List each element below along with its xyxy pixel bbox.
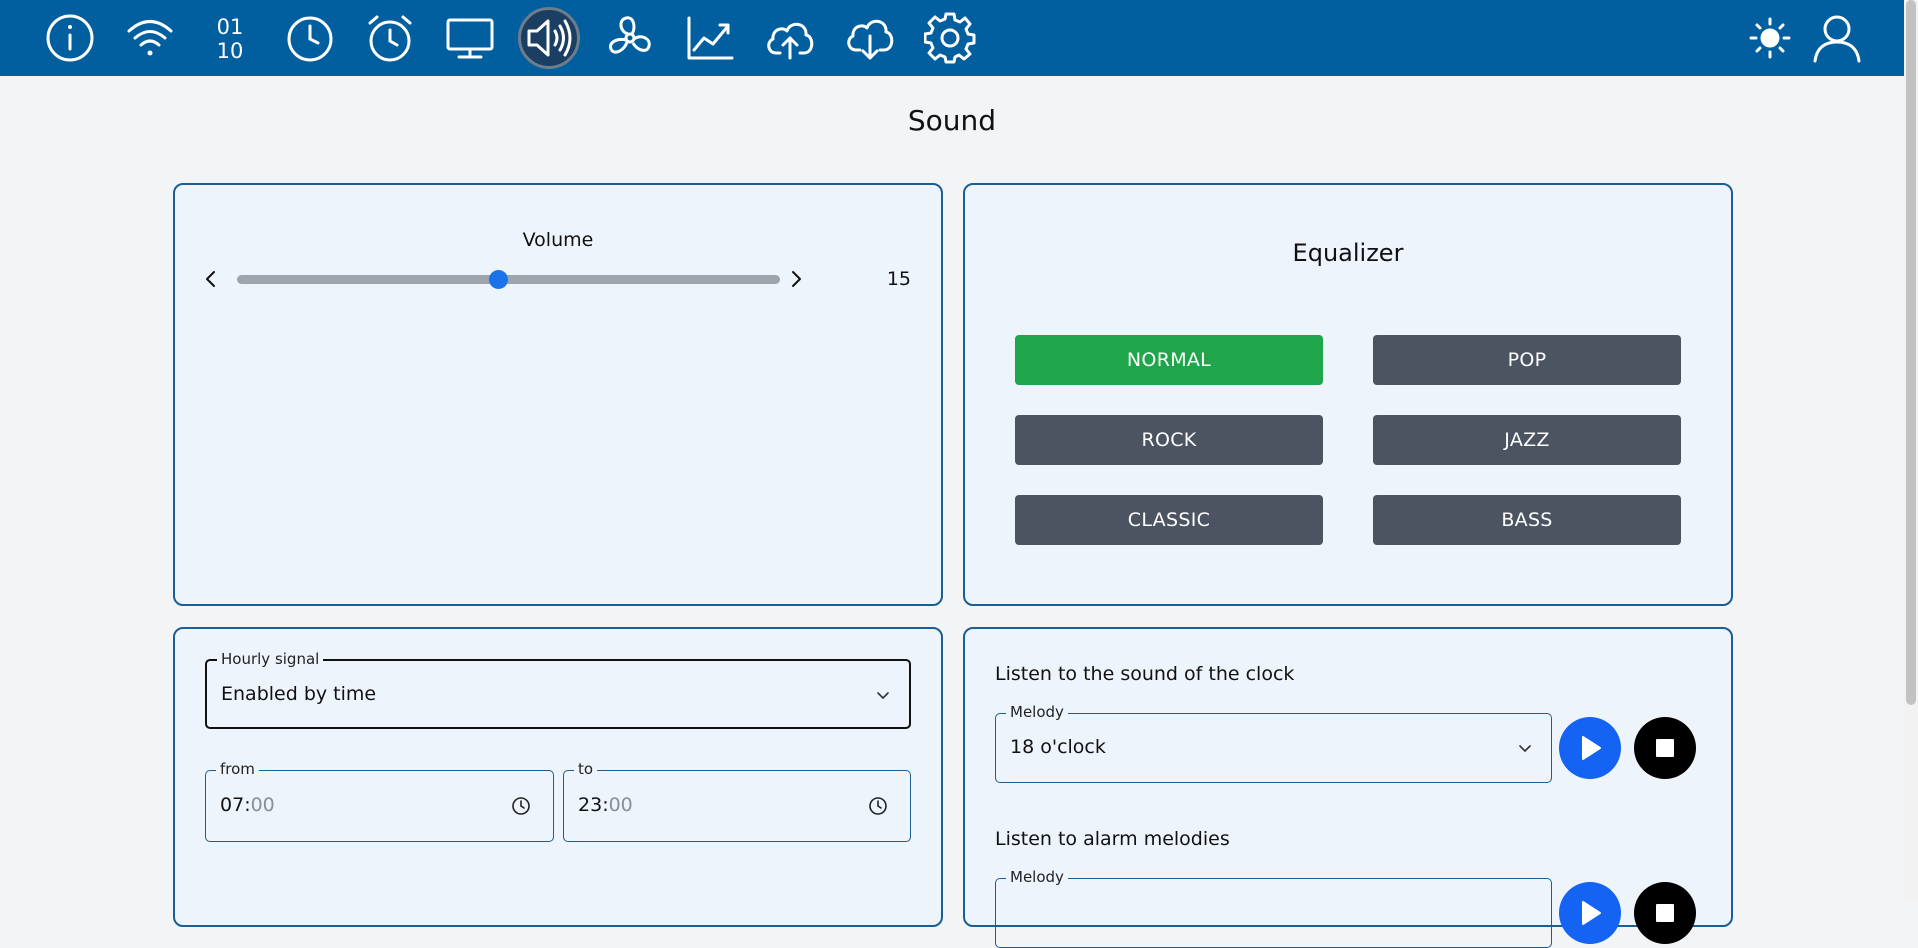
volume-decrease-icon[interactable] (199, 267, 223, 291)
equalizer-card: Equalizer NORMAL POP ROCK JAZZ CLASSIC B… (963, 183, 1733, 606)
alarm-play-button[interactable] (1559, 882, 1621, 944)
play-icon (1582, 901, 1601, 925)
volume-label: Volume (522, 229, 594, 251)
eq-classic-button[interactable]: CLASSIC (1015, 495, 1323, 545)
alarm-stop-button[interactable] (1634, 882, 1696, 944)
alarm-clock-icon[interactable] (358, 6, 422, 70)
cloud-upload-icon[interactable] (758, 6, 822, 70)
page-title: Sound (907, 104, 997, 137)
user-icon[interactable] (1805, 6, 1869, 70)
chart-line-icon[interactable] (678, 6, 742, 70)
stop-button[interactable] (1634, 717, 1696, 779)
stop-icon (1656, 904, 1674, 922)
alarm-melodies-label: Listen to alarm melodies (995, 828, 1230, 850)
clock-icon[interactable] (278, 6, 342, 70)
info-icon[interactable] (38, 6, 102, 70)
monitor-icon[interactable] (438, 6, 502, 70)
volume-slider[interactable] (237, 270, 780, 289)
alarm-melody-select[interactable]: Melody (995, 868, 1552, 948)
melody-legend: Melody (1006, 703, 1068, 721)
binary-icon[interactable]: 01 10 (198, 6, 262, 70)
eq-normal-button[interactable]: NORMAL (1015, 335, 1323, 385)
top-navigation-bar: 01 10 (0, 0, 1904, 76)
melody-legend: Melody (1006, 868, 1068, 886)
to-legend: to (574, 760, 598, 778)
from-time-field[interactable]: from 07:00 (205, 760, 554, 842)
melody-card: Listen to the sound of the clock Melody … (963, 627, 1733, 948)
clock-sound-label: Listen to the sound of the clock (995, 663, 1295, 685)
play-button[interactable] (1559, 717, 1621, 779)
cloud-download-icon[interactable] (838, 6, 902, 70)
volume-slider-thumb[interactable] (488, 270, 508, 289)
eq-bass-button[interactable]: BASS (1373, 495, 1681, 545)
chevron-down-icon (877, 692, 889, 699)
to-time-field[interactable]: to 23:00 (563, 760, 911, 842)
binary-icon-top: 01 (217, 15, 244, 39)
scrollbar-thumb[interactable] (1906, 0, 1916, 705)
from-legend: from (216, 760, 259, 778)
play-icon (1582, 736, 1601, 760)
brightness-icon[interactable] (1738, 6, 1802, 70)
chevron-down-icon (1519, 745, 1531, 752)
clock-icon[interactable] (511, 796, 531, 816)
to-time-value: 23:00 (578, 794, 633, 816)
fan-icon[interactable] (598, 6, 662, 70)
binary-icon-bottom: 10 (217, 39, 244, 63)
eq-jazz-button[interactable]: JAZZ (1373, 415, 1681, 465)
gear-icon[interactable] (918, 6, 982, 70)
hourly-signal-legend: Hourly signal (217, 650, 324, 668)
eq-rock-button[interactable]: ROCK (1015, 415, 1323, 465)
volume-increase-icon[interactable] (784, 267, 808, 291)
clock-melody-value: 18 o'clock (1010, 736, 1106, 758)
volume-value: 15 (886, 268, 911, 290)
from-time-value: 07:00 (220, 794, 275, 816)
hourly-signal-select[interactable]: Hourly signal Enabled by time (205, 650, 911, 729)
speaker-icon[interactable] (517, 6, 581, 70)
hourly-signal-card: Hourly signal Enabled by time from 07:00… (173, 627, 943, 927)
eq-pop-button[interactable]: POP (1373, 335, 1681, 385)
clock-icon[interactable] (868, 796, 888, 816)
wifi-icon[interactable] (118, 6, 182, 70)
clock-melody-select[interactable]: Melody 18 o'clock (995, 703, 1552, 783)
equalizer-title: Equalizer (1292, 239, 1404, 267)
stop-icon (1656, 739, 1674, 757)
hourly-signal-value: Enabled by time (221, 683, 377, 705)
volume-card: Volume 15 (173, 183, 943, 606)
